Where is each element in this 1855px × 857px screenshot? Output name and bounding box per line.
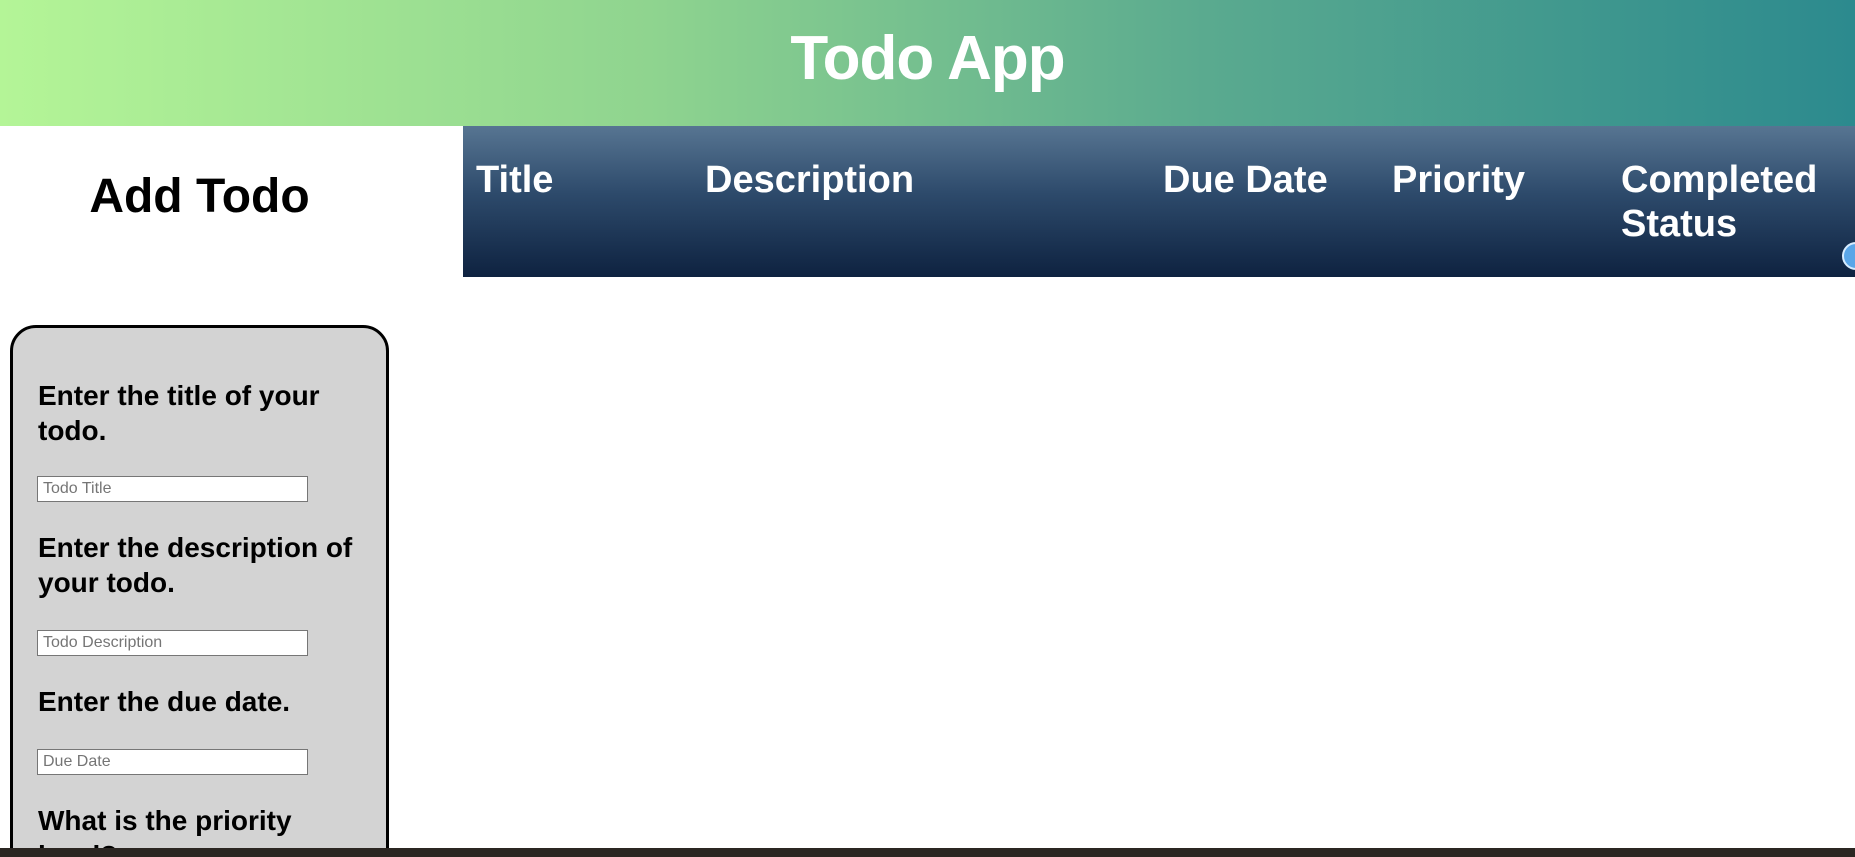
app-header: Todo App: [0, 0, 1855, 126]
todo-title-input[interactable]: [37, 476, 308, 502]
add-todo-section: Add Todo: [0, 126, 463, 278]
taskbar-edge: [0, 848, 1855, 857]
column-header-priority: Priority: [1392, 159, 1526, 201]
todo-description-input[interactable]: [37, 630, 308, 656]
column-header-description: Description: [705, 159, 915, 201]
column-header-due-date: Due Date: [1163, 159, 1328, 201]
title-field-label: Enter the title of your todo.: [38, 380, 320, 446]
column-header-title: Title: [476, 159, 554, 201]
add-todo-form: Enter the title of your todo. Enter the …: [10, 325, 389, 857]
todo-table-header: Title Description Due Date Priority Comp…: [463, 126, 1855, 277]
app-title: Todo App: [790, 23, 1065, 93]
due-date-field-label: Enter the due date.: [38, 686, 291, 717]
due-date-input[interactable]: [37, 749, 308, 775]
description-field-label: Enter the description of your todo.: [38, 532, 353, 598]
add-todo-heading: Add Todo: [89, 169, 310, 223]
column-header-completed-status: Completed Status: [1621, 159, 1818, 245]
